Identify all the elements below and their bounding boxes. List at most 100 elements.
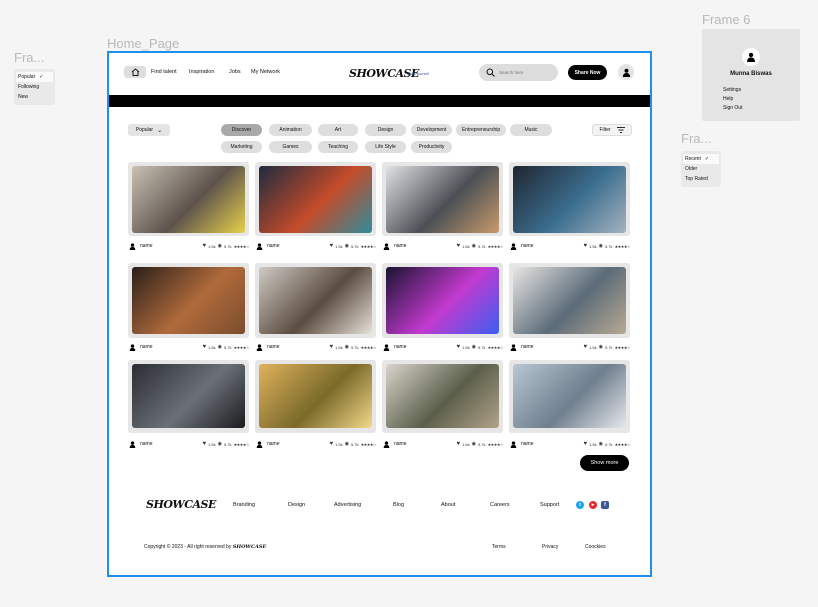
- footer-link-branding[interactable]: Branding: [233, 502, 255, 508]
- heart-icon[interactable]: ♥: [203, 441, 207, 447]
- category-productivity[interactable]: Productivity: [411, 141, 452, 153]
- category-teaching[interactable]: Teaching: [318, 141, 358, 153]
- heart-icon[interactable]: ♥: [584, 344, 588, 350]
- project-card[interactable]: [382, 360, 503, 433]
- heart-icon[interactable]: ♥: [330, 441, 334, 447]
- frame-label-left: Fra...: [14, 50, 45, 65]
- menu-item-recent[interactable]: Recent ✓: [683, 154, 719, 164]
- footer-privacy[interactable]: Privacy: [542, 544, 558, 550]
- project-thumbnail[interactable]: [513, 364, 626, 428]
- category-art[interactable]: Art: [318, 124, 358, 136]
- category-design[interactable]: Design: [365, 124, 406, 136]
- heart-icon[interactable]: ♥: [203, 243, 207, 249]
- nav-jobs[interactable]: Jobs: [229, 69, 241, 75]
- twitter-icon[interactable]: t: [576, 501, 584, 509]
- project-thumbnail[interactable]: [259, 166, 372, 233]
- author-name[interactable]: name: [267, 344, 280, 350]
- heart-icon[interactable]: ♥: [203, 344, 207, 350]
- project-card[interactable]: [382, 162, 503, 236]
- heart-icon[interactable]: ♥: [457, 344, 461, 350]
- author-name[interactable]: name: [140, 243, 153, 249]
- category-games[interactable]: Games: [269, 141, 312, 153]
- show-more-button[interactable]: Show more: [580, 455, 629, 471]
- footer-terms[interactable]: Terms: [492, 544, 506, 550]
- heart-icon[interactable]: ♥: [457, 243, 461, 249]
- heart-icon[interactable]: ♥: [584, 243, 588, 249]
- author-name[interactable]: name: [394, 243, 407, 249]
- project-card[interactable]: [255, 162, 376, 236]
- project-card[interactable]: [128, 263, 249, 338]
- heart-icon[interactable]: ♥: [584, 441, 588, 447]
- category-music[interactable]: Music: [510, 124, 552, 136]
- project-card[interactable]: [128, 360, 249, 433]
- menu-item-settings[interactable]: Settings: [723, 87, 741, 93]
- tagline: Show yourself: [407, 72, 429, 76]
- footer-link-about[interactable]: About: [441, 502, 455, 508]
- project-card[interactable]: [255, 263, 376, 338]
- project-card[interactable]: [382, 263, 503, 338]
- author-name[interactable]: name: [267, 243, 280, 249]
- menu-item-top-rated[interactable]: Top Rated: [685, 174, 717, 184]
- youtube-icon[interactable]: ▸: [589, 501, 597, 509]
- category-discover[interactable]: Discover: [221, 124, 262, 136]
- card-meta: name ♥ 1.5k ◉ 5.7k ★★★★☆: [382, 342, 504, 352]
- heart-icon[interactable]: ♥: [330, 243, 334, 249]
- heart-icon[interactable]: ♥: [457, 441, 461, 447]
- footer-link-design[interactable]: Design: [288, 502, 305, 508]
- home-button[interactable]: [124, 66, 146, 78]
- menu-item-help[interactable]: Help: [723, 96, 733, 102]
- author-name[interactable]: name: [140, 441, 153, 447]
- footer-link-support[interactable]: Support: [540, 502, 559, 508]
- nav-inspiration[interactable]: Inspiration: [189, 69, 214, 75]
- project-thumbnail[interactable]: [132, 166, 245, 233]
- project-thumbnail[interactable]: [132, 267, 245, 334]
- menu-item-sign-out[interactable]: Sign Out: [723, 105, 742, 111]
- menu-item-popular[interactable]: Popular ✓: [16, 72, 53, 82]
- category-entrepreneurship[interactable]: Entrepreneurship: [456, 124, 506, 136]
- share-now-button[interactable]: Share Now: [568, 65, 607, 80]
- menu-item-older[interactable]: Older: [685, 164, 717, 174]
- project-thumbnail[interactable]: [132, 364, 245, 428]
- project-card[interactable]: [255, 360, 376, 433]
- facebook-icon[interactable]: f: [601, 501, 609, 509]
- project-thumbnail[interactable]: [386, 166, 499, 233]
- nav-my-network[interactable]: My Network: [251, 69, 280, 75]
- category-development[interactable]: Development: [411, 124, 452, 136]
- project-thumbnail[interactable]: [513, 166, 626, 233]
- project-card[interactable]: [128, 162, 249, 236]
- author-name[interactable]: name: [521, 243, 534, 249]
- project-thumbnail[interactable]: [259, 267, 372, 334]
- menu-item-following[interactable]: Following: [18, 82, 51, 92]
- project-thumbnail[interactable]: [386, 364, 499, 428]
- author-name[interactable]: name: [521, 441, 534, 447]
- heart-icon[interactable]: ♥: [330, 344, 334, 350]
- project-card[interactable]: [509, 263, 630, 338]
- category-life-style[interactable]: Life Style: [365, 141, 406, 153]
- footer-link-careers[interactable]: Careers: [490, 502, 510, 508]
- menu-item-new[interactable]: New: [18, 92, 51, 102]
- author-name[interactable]: name: [394, 441, 407, 447]
- footer-logo[interactable]: SHOWCASE: [146, 498, 216, 511]
- avatar[interactable]: [618, 64, 634, 80]
- footer-link-advertising[interactable]: Advertising: [334, 502, 361, 508]
- likes-count: 1.6k: [462, 243, 470, 249]
- star-rating: ★★★★☆: [487, 441, 504, 447]
- project-thumbnail[interactable]: [513, 267, 626, 334]
- category-animation[interactable]: Animation: [269, 124, 312, 136]
- search-input[interactable]: Search here: [479, 64, 558, 81]
- author-name[interactable]: name: [267, 441, 280, 447]
- project-card[interactable]: [509, 360, 630, 433]
- nav-find-talent[interactable]: Find talent: [151, 69, 177, 75]
- sort-dropdown[interactable]: Popular ⌄: [128, 124, 170, 136]
- project-thumbnail[interactable]: [259, 364, 372, 428]
- footer-link-blog[interactable]: Blog: [393, 502, 404, 508]
- footer-cookies[interactable]: Coockies: [585, 544, 606, 550]
- author-name[interactable]: name: [140, 344, 153, 350]
- category-marketing[interactable]: Marketing: [221, 141, 262, 153]
- author-name[interactable]: name: [521, 344, 534, 350]
- card-stats: ♥ 1.6k ◉ 5.7k ★★★★☆: [457, 441, 504, 447]
- author-name[interactable]: name: [394, 344, 407, 350]
- filter-button[interactable]: Filter: [592, 124, 632, 136]
- project-card[interactable]: [509, 162, 630, 236]
- project-thumbnail[interactable]: [386, 267, 499, 334]
